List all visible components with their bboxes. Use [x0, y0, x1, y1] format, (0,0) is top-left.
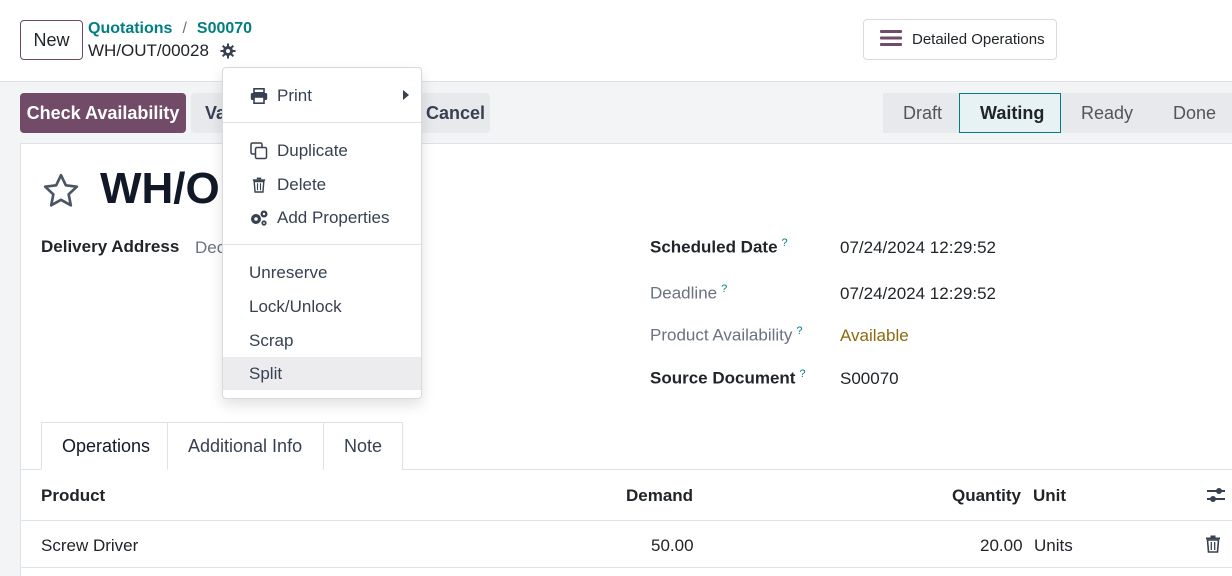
- record-name: WH/OUT/00028: [88, 41, 209, 60]
- scheduled-date-label-text: Scheduled Date: [650, 237, 778, 257]
- menu-unreserve[interactable]: Unreserve: [223, 256, 421, 289]
- deadline-value[interactable]: 07/24/2024 12:29:52: [840, 284, 996, 304]
- check-availability-button[interactable]: Check Availability: [20, 93, 186, 133]
- detailed-operations-button[interactable]: Detailed Operations: [863, 19, 1057, 60]
- gear-icon[interactable]: [219, 42, 237, 60]
- column-quantity[interactable]: Quantity: [952, 486, 1021, 506]
- table-header: Product Demand Quantity Unit: [20, 470, 1232, 521]
- deadline-label: Deadline?: [650, 283, 727, 304]
- menu-delete-label: Delete: [277, 174, 327, 194]
- stage-done[interactable]: Done: [1153, 93, 1232, 133]
- product-availability-value: Available: [840, 326, 909, 345]
- deadline-label-text: Deadline: [650, 283, 718, 303]
- table-row[interactable]: Screw Driver 50.00 20.00 Units: [20, 521, 1232, 568]
- menu-add-properties-label: Add Properties: [277, 207, 390, 227]
- new-button[interactable]: New: [20, 20, 83, 60]
- cancel-label: Cancel: [426, 102, 486, 123]
- product-availability-label: Product Availability?: [650, 325, 803, 346]
- menu-divider: [223, 244, 421, 245]
- tab-note[interactable]: Note: [324, 422, 403, 470]
- source-document-label: Source Document?: [650, 368, 806, 389]
- list-icon: [880, 29, 902, 51]
- cell-demand: 50.00: [651, 536, 694, 555]
- breadcrumb: Quotations / S00070: [88, 20, 252, 38]
- help-icon[interactable]: ?: [796, 325, 802, 337]
- column-demand[interactable]: Demand: [626, 486, 693, 506]
- breadcrumb-separator: /: [182, 20, 187, 37]
- gears-icon: [249, 208, 269, 228]
- scheduled-date-label: Scheduled Date?: [650, 237, 788, 258]
- menu-add-properties[interactable]: Add Properties: [223, 201, 421, 234]
- stage-ready[interactable]: Ready: [1061, 93, 1153, 133]
- copy-icon: [249, 141, 269, 161]
- notebook-tabs: Operations Additional Info Note: [41, 422, 403, 470]
- column-unit[interactable]: Unit: [1033, 486, 1066, 506]
- menu-duplicate[interactable]: Duplicate: [223, 134, 421, 167]
- gear-dropdown-menu: Print Duplicate Delete Add Properties Un…: [222, 67, 422, 399]
- cell-unit: Units: [1034, 536, 1073, 555]
- product-availability-label-text: Product Availability: [650, 325, 793, 345]
- record-name-row: WH/OUT/00028: [88, 41, 237, 61]
- status-bar: Draft Waiting Ready Done: [883, 93, 1232, 133]
- cell-product: Screw Driver: [41, 536, 139, 555]
- delivery-address-label: Delivery Address: [41, 237, 180, 256]
- column-product[interactable]: Product: [41, 486, 105, 506]
- help-icon[interactable]: ?: [721, 283, 727, 295]
- breadcrumb-order[interactable]: S00070: [197, 20, 252, 38]
- menu-delete[interactable]: Delete: [223, 168, 421, 201]
- menu-divider: [223, 122, 421, 123]
- printer-icon: [249, 86, 269, 106]
- menu-print-label: Print: [277, 85, 312, 105]
- detailed-operations-label: Detailed Operations: [912, 31, 1045, 48]
- trash-icon: [249, 175, 269, 195]
- trash-icon[interactable]: [1205, 535, 1221, 558]
- menu-scrap[interactable]: Scrap: [223, 324, 421, 357]
- menu-print[interactable]: Print: [223, 79, 421, 112]
- scheduled-date-value[interactable]: 07/24/2024 12:29:52: [840, 238, 996, 258]
- source-document-value[interactable]: S00070: [840, 369, 899, 389]
- delivery-address-value[interactable]: Dec: [195, 238, 225, 258]
- stage-draft[interactable]: Draft: [883, 93, 959, 133]
- menu-duplicate-label: Duplicate: [277, 140, 348, 160]
- menu-lock-unlock[interactable]: Lock/Unlock: [223, 290, 421, 323]
- help-icon[interactable]: ?: [782, 237, 788, 249]
- menu-split[interactable]: Split: [223, 357, 421, 390]
- breadcrumb-quotations[interactable]: Quotations: [88, 20, 172, 38]
- help-icon[interactable]: ?: [799, 368, 805, 380]
- cell-quantity[interactable]: 20.00: [980, 536, 1023, 556]
- record-title: WH/O: [100, 164, 220, 213]
- column-settings-icon[interactable]: [1206, 486, 1226, 509]
- tab-operations[interactable]: Operations: [41, 422, 168, 470]
- star-icon[interactable]: [41, 171, 79, 209]
- cancel-button[interactable]: Cancel: [412, 93, 490, 133]
- source-document-label-text: Source Document: [650, 368, 796, 388]
- chevron-right-icon: [403, 90, 409, 100]
- stage-waiting[interactable]: Waiting: [959, 93, 1061, 133]
- tab-additional-info[interactable]: Additional Info: [168, 422, 324, 470]
